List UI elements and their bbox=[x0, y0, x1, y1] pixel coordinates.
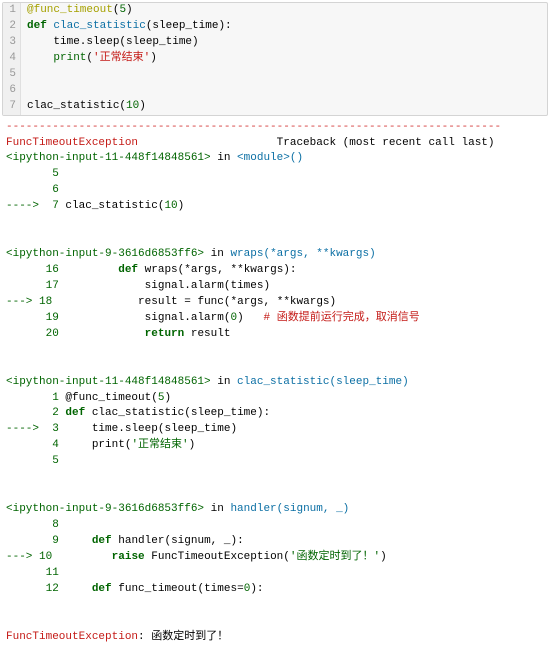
output-area: ----------------------------------------… bbox=[0, 118, 550, 648]
frame-header: <ipython-input-11-448f14848561> in clac_… bbox=[6, 375, 544, 391]
traceback-line: 4 print('正常结束') bbox=[6, 438, 544, 454]
line-number: 1 bbox=[3, 3, 21, 19]
traceback-line: ---> 10 raise FuncTimeoutException('函数定时… bbox=[6, 550, 544, 566]
traceback-line: 19 signal.alarm(0) # 函数提前运行完成，取消信号 bbox=[6, 311, 544, 327]
traceback-line: 6 bbox=[6, 183, 544, 199]
traceback-line: 8 bbox=[6, 518, 544, 534]
traceback-line: 20 return result bbox=[6, 327, 544, 343]
traceback-line: ----> 7 clac_statistic(10) bbox=[6, 199, 544, 215]
line-number: 7 bbox=[3, 99, 21, 115]
frame-header: <ipython-input-11-448f14848561> in <modu… bbox=[6, 151, 544, 167]
code-cell: 1@func_timeout(5)2def clac_statistic(sle… bbox=[2, 2, 548, 116]
traceback-line: 12 def func_timeout(times=0): bbox=[6, 582, 544, 598]
code-content bbox=[21, 67, 27, 83]
code-content: @func_timeout(5) bbox=[21, 3, 133, 19]
traceback-line: ----> 3 time.sleep(sleep_time) bbox=[6, 422, 544, 438]
traceback-line: 5 bbox=[6, 167, 544, 183]
line-number: 3 bbox=[3, 35, 21, 51]
code-content: clac_statistic(10) bbox=[21, 99, 146, 115]
line-number: 6 bbox=[3, 83, 21, 99]
exc-header: FuncTimeoutException Traceback (most rec… bbox=[6, 136, 544, 152]
final-exception: FuncTimeoutException: 函数定时到了！ bbox=[6, 630, 544, 646]
traceback-line: 2 def clac_statistic(sleep_time): bbox=[6, 406, 544, 422]
traceback-line: 11 bbox=[6, 566, 544, 582]
traceback-line: 17 signal.alarm(times) bbox=[6, 279, 544, 295]
traceback-line: 1 @func_timeout(5) bbox=[6, 391, 544, 407]
traceback-line: 9 def handler(signum, _): bbox=[6, 534, 544, 550]
line-number: 4 bbox=[3, 51, 21, 67]
traceback-line: 16 def wraps(*args, **kwargs): bbox=[6, 263, 544, 279]
frame-header: <ipython-input-9-3616d6853ff6> in wraps(… bbox=[6, 247, 544, 263]
line-number: 2 bbox=[3, 19, 21, 35]
code-content: print('正常结束') bbox=[21, 51, 157, 67]
line-number: 5 bbox=[3, 67, 21, 83]
traceback-line: 5 bbox=[6, 454, 544, 470]
code-content bbox=[21, 83, 27, 99]
traceback-line: ---> 18 result = func(*args, **kwargs) bbox=[6, 295, 544, 311]
frame-header: <ipython-input-9-3616d6853ff6> in handle… bbox=[6, 502, 544, 518]
code-content: time.sleep(sleep_time) bbox=[21, 35, 199, 51]
traceback-separator: ----------------------------------------… bbox=[6, 120, 544, 136]
code-content: def clac_statistic(sleep_time): bbox=[21, 19, 232, 35]
